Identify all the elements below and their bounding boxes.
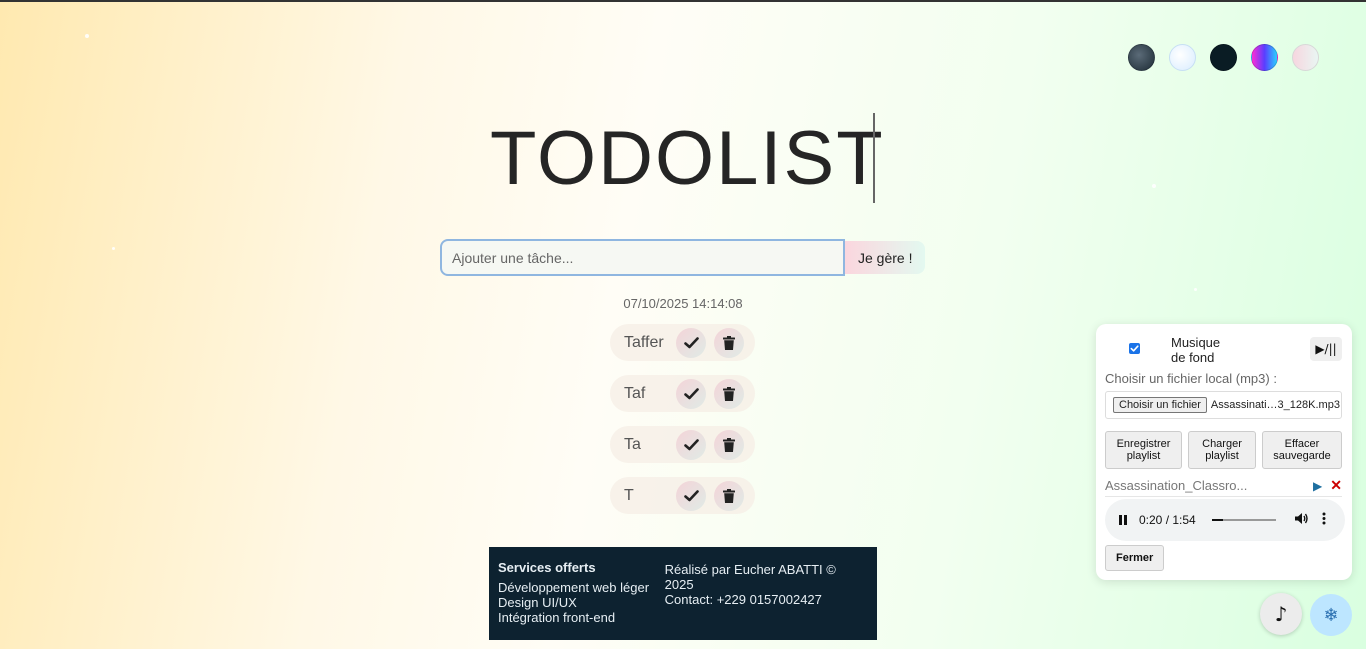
music-note-icon[interactable]: ♪: [1260, 593, 1302, 635]
complete-task-button[interactable]: [676, 327, 706, 358]
site-footer: Services offerts Développement web léger…: [489, 547, 877, 640]
check-icon: [683, 387, 699, 399]
button-line: Enregistrer: [1116, 438, 1171, 450]
complete-task-button[interactable]: [676, 429, 706, 460]
complete-task-button[interactable]: [676, 378, 706, 409]
add-task-form: Je gère !: [440, 239, 926, 276]
snow-dot: [85, 34, 89, 38]
selected-file-name: Assassinati…3_128K.mp3: [1210, 399, 1340, 411]
page-title: TODOLIST: [490, 116, 885, 201]
file-input[interactable]: Choisir un fichier Assassinati…3_128K.mp…: [1105, 391, 1342, 419]
audio-seek-bar[interactable]: [1211, 519, 1276, 521]
button-line: playlist: [1126, 450, 1161, 462]
task-item: Ta: [610, 426, 755, 463]
trash-icon: [723, 386, 735, 401]
playlist-item-name[interactable]: Assassination_Classro...: [1105, 478, 1313, 493]
volume-icon[interactable]: [1294, 512, 1308, 528]
playlist-item: Assassination_Classro... ▶ ✕: [1105, 475, 1342, 497]
clear-save-button[interactable]: Effacer sauvegarde: [1262, 431, 1342, 469]
task-text: T: [624, 486, 634, 504]
task-item: Taffer: [610, 324, 755, 361]
background-music-checkbox[interactable]: [1129, 343, 1140, 354]
music-panel: Musique de fond ▶/|| Choisir un fichier …: [1096, 324, 1352, 580]
theme-swatch-neon[interactable]: [1251, 44, 1278, 71]
button-line: Effacer: [1284, 438, 1320, 450]
background-music-label: Musique de fond: [1171, 335, 1220, 365]
theme-swatch-dark-slate[interactable]: [1128, 44, 1155, 71]
footer-credits: Réalisé par Eucher ABATTI © 2025 Contact…: [665, 560, 868, 627]
footer-service-item: Design UI/UX: [498, 595, 577, 610]
playlist-actions: Enregistrer playlist Charger playlist Ef…: [1105, 431, 1342, 469]
play-pause-toggle-button[interactable]: ▶/||: [1310, 337, 1342, 361]
button-line: playlist: [1205, 450, 1239, 462]
music-panel-header: Musique de fond ▶/||: [1096, 335, 1352, 365]
task-text: Taffer: [624, 333, 664, 351]
task-text: Taf: [624, 384, 646, 402]
pause-icon[interactable]: [1119, 515, 1129, 525]
snowflake-icon[interactable]: ❄: [1310, 594, 1352, 636]
footer-services: Services offerts Développement web léger…: [498, 560, 665, 627]
theme-swatch-pastel[interactable]: [1292, 44, 1319, 71]
task-item: Taf: [610, 375, 755, 412]
more-options-icon[interactable]: [1322, 512, 1326, 528]
theme-swatch-night[interactable]: [1210, 44, 1237, 71]
trash-icon: [723, 335, 735, 350]
current-datetime: 07/10/2025 14:14:08: [623, 296, 743, 311]
audio-progress-fill: [1211, 519, 1223, 521]
file-choose-label: Choisir un fichier local (mp3) :: [1105, 371, 1277, 386]
button-line: sauvegarde: [1273, 450, 1331, 462]
button-line: Charger: [1202, 438, 1242, 450]
theme-switcher: [1128, 44, 1319, 71]
save-playlist-button[interactable]: Enregistrer playlist: [1105, 431, 1182, 469]
check-icon: [683, 438, 699, 450]
snow-dot: [112, 247, 115, 250]
footer-contact: Contact: +229 0157002427: [664, 592, 822, 607]
trash-icon: [723, 437, 735, 452]
trash-icon: [723, 488, 735, 503]
check-icon: [683, 489, 699, 501]
audio-player: 0:20 / 1:54: [1105, 499, 1345, 541]
label-line: Musique: [1171, 335, 1221, 350]
close-panel-button[interactable]: Fermer: [1105, 545, 1165, 571]
theme-swatch-light-blue[interactable]: [1169, 44, 1196, 71]
footer-services-title: Services offerts: [498, 560, 596, 575]
label-line: de fond: [1171, 350, 1215, 365]
load-playlist-button[interactable]: Charger playlist: [1188, 431, 1256, 469]
footer-credit: Réalisé par Eucher ABATTI © 2025: [664, 562, 836, 592]
check-icon: [683, 336, 699, 348]
task-item: T: [610, 477, 755, 514]
snow-dot: [1194, 288, 1197, 291]
snow-dot: [1152, 184, 1156, 188]
play-icon[interactable]: ▶: [1313, 479, 1322, 493]
audio-time: 0:20 / 1:54: [1139, 513, 1196, 527]
choose-file-button[interactable]: Choisir un fichier: [1113, 397, 1207, 413]
footer-service-item: Développement web léger: [498, 580, 650, 595]
delete-task-button[interactable]: [714, 480, 744, 511]
title-typing-caret: [873, 113, 875, 203]
delete-task-button[interactable]: [714, 429, 744, 460]
add-task-button[interactable]: Je gère !: [845, 241, 926, 274]
footer-service-item: Intégration front-end: [498, 610, 616, 625]
task-input[interactable]: [440, 239, 845, 276]
delete-task-button[interactable]: [714, 378, 744, 409]
remove-icon[interactable]: ✕: [1330, 477, 1342, 494]
complete-task-button[interactable]: [676, 480, 706, 511]
delete-task-button[interactable]: [714, 327, 744, 358]
checkmark-icon: [1130, 345, 1139, 352]
task-text: Ta: [624, 435, 641, 453]
